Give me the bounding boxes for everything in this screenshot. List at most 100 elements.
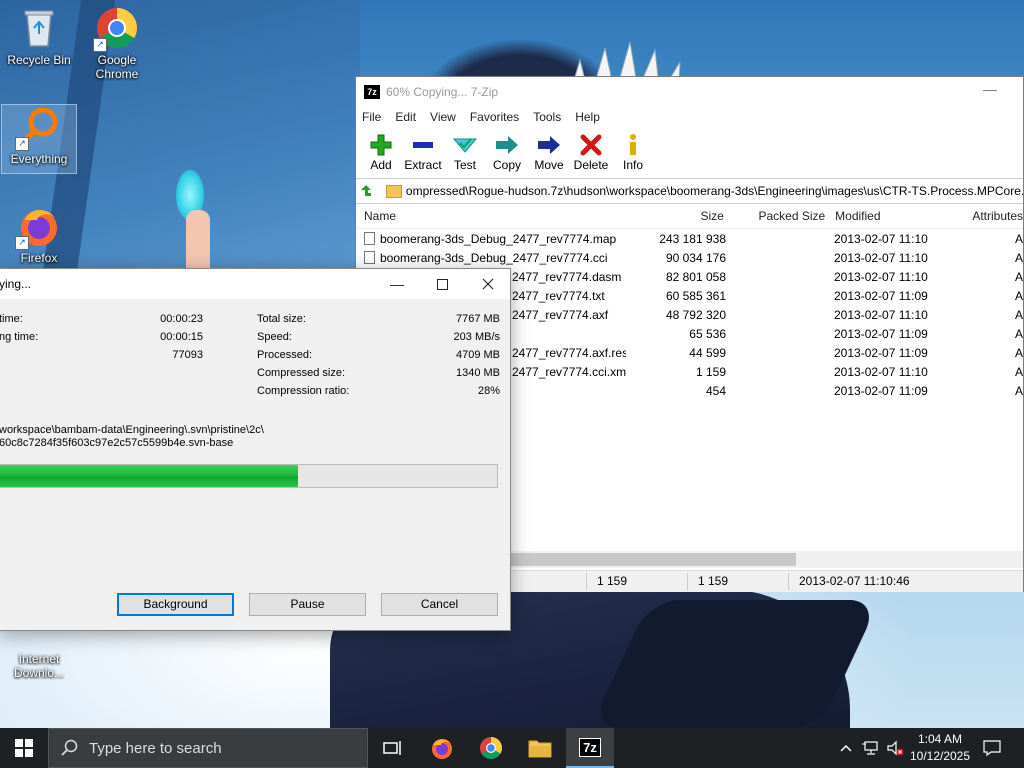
file-row[interactable]: boomerang-3ds_Debug_2477_rev7774.cci 90 … — [356, 248, 1023, 267]
desktop-icon-everything[interactable]: ↗ Everything — [1, 104, 77, 174]
compressed-size-label: Compressed size: — [257, 367, 346, 379]
firefox-icon: ↗ — [15, 204, 61, 250]
search-placeholder: Type here to search — [89, 739, 222, 757]
progress-bar — [0, 464, 498, 488]
action-center-button[interactable] — [980, 728, 1004, 768]
delete-icon — [580, 132, 602, 158]
file-row[interactable]: boomerang-3ds_Debug_2477_rev7774.map 243… — [356, 229, 1023, 248]
compressed-size-value: 1340 MB — [455, 367, 500, 379]
menu-help[interactable]: Help — [575, 110, 600, 124]
network-disconnected-icon — [862, 741, 878, 755]
copy-progress-dialog[interactable]: ying... — time: 00:00:23 ng time: 00:00:… — [0, 268, 511, 631]
folder-icon — [385, 184, 402, 198]
folder-icon — [528, 740, 552, 758]
move-button[interactable]: Move — [528, 128, 570, 180]
test-icon — [453, 132, 477, 158]
total-size-value: 7767 MB — [455, 313, 500, 325]
background-button[interactable]: Background — [117, 593, 234, 616]
status-size: 1 159 — [586, 573, 687, 590]
taskbar: Type here to search 7z 1:04 AM 10/12/202… — [0, 728, 1024, 768]
info-button[interactable]: Info — [612, 128, 654, 180]
taskbar-7zip[interactable]: 7z — [566, 728, 614, 768]
elapsed-time-label: time: — [0, 313, 23, 325]
test-button[interactable]: Test — [444, 128, 486, 180]
clock-date: 10/12/2025 — [909, 749, 971, 763]
address-bar[interactable]: ompressed\Rogue-hudson.7z\hudson\workspa… — [356, 178, 1023, 204]
dialog-title: ying... — [0, 277, 32, 291]
scrollbar-thumb[interactable] — [506, 553, 796, 566]
menu-tools[interactable]: Tools — [533, 110, 561, 124]
windows-logo-icon — [15, 739, 33, 757]
menu-view[interactable]: View — [430, 110, 456, 124]
network-status[interactable] — [860, 728, 882, 768]
shortcut-arrow-icon: ↗ — [93, 38, 107, 52]
address-path[interactable]: ompressed\Rogue-hudson.7z\hudson\workspa… — [406, 184, 1023, 198]
chevron-up-icon — [840, 744, 852, 752]
file-icon — [364, 251, 375, 264]
elapsed-time-value: 00:00:23 — [160, 313, 203, 325]
menu-bar: File Edit View Favorites Tools Help — [356, 106, 1023, 128]
everything-search-icon: ↗ — [15, 105, 61, 151]
current-path: workspace\bambam-data\Engineering\.svn\p… — [0, 424, 264, 436]
taskbar-firefox[interactable] — [418, 728, 466, 768]
copy-icon — [495, 132, 519, 158]
close-icon[interactable] — [476, 273, 500, 295]
desktop-icon-internet-download-manager[interactable]: Internet Downlo... — [2, 652, 76, 680]
cancel-button[interactable]: Cancel — [381, 593, 498, 616]
progress-bar-fill — [0, 465, 299, 487]
sevenzip-app-icon: 7z — [364, 84, 380, 99]
maximize-icon[interactable] — [430, 273, 454, 295]
compression-ratio-value: 28% — [477, 385, 500, 397]
sevenzip-app-icon: 7z — [579, 737, 601, 757]
sevenzip-titlebar[interactable]: 7z 60% Copying... 7-Zip — — [356, 77, 1023, 106]
up-folder-icon[interactable] — [356, 180, 376, 202]
window-title: 60% Copying... 7-Zip — [386, 84, 499, 99]
extract-button[interactable]: Extract — [402, 128, 444, 180]
column-packed-size[interactable]: Packed Size — [726, 209, 827, 223]
file-list-header: Name Size Packed Size Modified Attribute… — [356, 204, 1023, 229]
total-size-label: Total size: — [257, 313, 306, 325]
desktop-icon-label: Recycle Bin — [7, 53, 71, 67]
column-modified[interactable]: Modified — [827, 209, 936, 223]
pause-button[interactable]: Pause — [249, 593, 366, 616]
processed-value: 4709 MB — [455, 349, 500, 361]
menu-edit[interactable]: Edit — [395, 110, 416, 124]
menu-favorites[interactable]: Favorites — [470, 110, 519, 124]
toolbar: Add Extract Test Copy Move Delete Info — [356, 128, 1023, 180]
system-clock[interactable]: 1:04 AM 10/12/2025 — [895, 731, 985, 765]
desktop-icon-label: Internet Downlo... — [13, 652, 65, 680]
shortcut-arrow-icon: ↗ — [15, 137, 29, 151]
minimize-icon[interactable]: — — [983, 81, 999, 97]
processed-label: Processed: — [257, 349, 313, 361]
move-icon — [537, 132, 561, 158]
desktop-icon-recycle-bin[interactable]: Recycle Bin — [2, 6, 76, 67]
desktop-icon-label: Firefox — [20, 251, 58, 265]
column-name[interactable]: Name — [356, 209, 624, 223]
remaining-time-label: ng time: — [0, 331, 39, 343]
firefox-icon — [432, 739, 452, 759]
clock-time: 1:04 AM — [917, 732, 963, 746]
file-icon — [364, 232, 375, 245]
task-view-button[interactable] — [368, 728, 416, 768]
notification-icon — [983, 740, 1001, 756]
minimize-icon[interactable]: — — [385, 273, 409, 295]
chrome-icon: ↗ — [93, 6, 139, 52]
desktop-icon-label: Everything — [10, 152, 68, 166]
dialog-titlebar[interactable]: ying... — — [0, 269, 510, 299]
desktop-icon-chrome[interactable]: ↗ Google Chrome — [80, 6, 154, 81]
start-button[interactable] — [0, 728, 48, 768]
add-button[interactable]: Add — [360, 128, 402, 180]
remaining-time-value: 00:00:15 — [160, 331, 203, 343]
taskbar-search-box[interactable]: Type here to search — [48, 728, 368, 768]
column-attributes[interactable]: Attributes — [937, 209, 1023, 223]
taskbar-file-explorer[interactable] — [516, 728, 564, 768]
desktop-icon-firefox[interactable]: ↗ Firefox — [2, 204, 76, 265]
menu-file[interactable]: File — [362, 110, 381, 124]
column-size[interactable]: Size — [624, 209, 725, 223]
status-packed: 1 159 — [687, 573, 788, 590]
show-hidden-icons-button[interactable] — [836, 728, 856, 768]
copy-button[interactable]: Copy — [486, 128, 528, 180]
shortcut-arrow-icon: ↗ — [15, 236, 29, 250]
taskbar-chrome[interactable] — [467, 728, 515, 768]
delete-button[interactable]: Delete — [570, 128, 612, 180]
